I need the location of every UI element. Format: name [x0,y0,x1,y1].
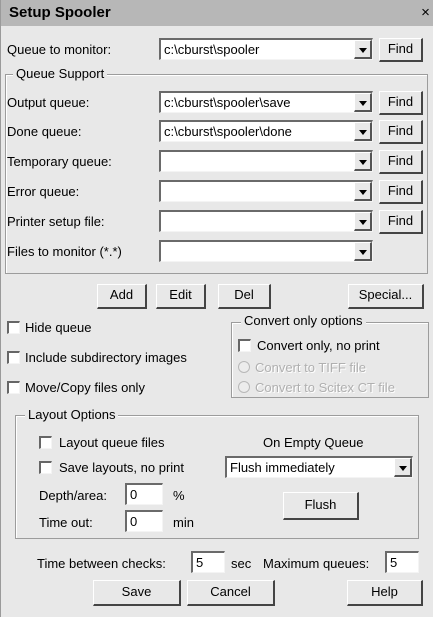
find-button-queue-to-monitor[interactable]: Find [379,38,423,62]
output-queue-combo[interactable]: c:\cburst\spooler\save [159,91,373,113]
error-queue-label: Error queue: [7,184,80,199]
save-button[interactable]: Save [93,580,181,606]
maximum-queues-label: Maximum queues: [263,556,370,571]
chevron-down-icon[interactable] [354,40,372,59]
queue-to-monitor-value: c:\cburst\spooler [164,42,260,57]
chevron-down-icon[interactable] [354,242,372,261]
convert-options-legend: Convert only options [241,314,366,328]
find-button-error-queue[interactable]: Find [379,180,423,204]
files-to-monitor-combo[interactable] [159,240,373,262]
depth-area-label: Depth/area: [39,488,107,503]
chevron-down-icon[interactable] [354,93,372,112]
layout-queue-files-label: Layout queue files [59,435,165,450]
special-button[interactable]: Special... [348,284,424,309]
layout-options-legend: Layout Options [25,408,119,422]
done-queue-combo[interactable]: c:\cburst\spooler\done [159,120,373,142]
chevron-down-icon[interactable] [354,122,372,141]
layout-queue-files-checkbox[interactable] [39,436,52,449]
hide-queue-checkbox[interactable] [7,321,20,334]
on-empty-queue-label: On Empty Queue [263,435,364,450]
convert-to-scitex-label: Convert to Scitex CT file [255,380,395,395]
files-to-monitor-label: Files to monitor (*.*) [7,244,122,259]
maximum-queues-value: 5 [390,555,398,570]
time-out-unit: min [173,515,194,530]
time-out-label: Time out: [39,515,93,530]
output-queue-value: c:\cburst\spooler\save [164,95,291,110]
time-between-checks-label: Time between checks: [37,556,166,571]
chevron-down-icon[interactable] [354,182,372,201]
queue-to-monitor-label: Queue to monitor: [7,42,112,57]
printer-setup-file-label: Printer setup file: [7,214,105,229]
printer-setup-file-combo[interactable] [159,210,373,232]
help-button[interactable]: Help [347,580,423,606]
move-copy-checkbox[interactable] [7,381,20,394]
find-button-printer-setup-file[interactable]: Find [379,210,423,234]
include-subdirectory-checkbox[interactable] [7,351,20,364]
flush-button[interactable]: Flush [283,492,359,520]
find-button-temporary-queue[interactable]: Find [379,150,423,174]
convert-only-checkbox[interactable] [238,339,251,352]
queue-support-legend: Queue Support [13,67,108,81]
temporary-queue-combo[interactable] [159,150,373,172]
del-button[interactable]: Del [218,284,271,309]
convert-to-scitex-radio[interactable] [238,381,250,393]
on-empty-queue-select[interactable]: Flush immediately [225,456,413,478]
add-button[interactable]: Add [97,284,147,309]
convert-to-tiff-radio[interactable] [238,361,250,373]
depth-area-unit: % [173,488,185,503]
depth-area-input[interactable]: 0 [125,483,163,505]
time-between-checks-input[interactable]: 5 [191,551,225,573]
convert-only-label: Convert only, no print [257,338,380,353]
chevron-down-icon[interactable] [394,458,412,477]
done-queue-value: c:\cburst\spooler\done [164,124,292,139]
output-queue-label: Output queue: [7,95,90,110]
include-subdirectory-label: Include subdirectory images [25,350,187,365]
window-title: Setup Spooler [9,4,111,21]
time-out-value: 0 [130,514,138,529]
chevron-down-icon[interactable] [354,152,372,171]
cancel-button[interactable]: Cancel [187,580,275,606]
find-button-output-queue[interactable]: Find [379,91,423,115]
time-between-checks-value: 5 [196,555,204,570]
temporary-queue-label: Temporary queue: [7,154,112,169]
move-copy-label: Move/Copy files only [25,380,145,395]
setup-spooler-window: Setup Spooler × Queue to monitor: c:\cbu… [0,0,433,617]
chevron-down-icon[interactable] [354,212,372,231]
close-icon[interactable]: × [417,4,433,21]
maximum-queues-input[interactable]: 5 [385,551,419,573]
title-bar[interactable]: Setup Spooler × [1,0,433,26]
on-empty-queue-value: Flush immediately [230,460,335,475]
done-queue-label: Done queue: [7,124,82,139]
hide-queue-label: Hide queue [25,320,92,335]
save-layouts-checkbox[interactable] [39,461,52,474]
error-queue-combo[interactable] [159,180,373,202]
queue-to-monitor-combo[interactable]: c:\cburst\spooler [159,38,373,60]
convert-to-tiff-label: Convert to TIFF file [255,360,367,375]
time-out-input[interactable]: 0 [125,510,163,532]
save-layouts-label: Save layouts, no print [59,460,185,475]
time-between-checks-unit: sec [231,556,252,571]
edit-button[interactable]: Edit [156,284,206,309]
depth-area-value: 0 [130,487,138,502]
find-button-done-queue[interactable]: Find [379,120,423,144]
